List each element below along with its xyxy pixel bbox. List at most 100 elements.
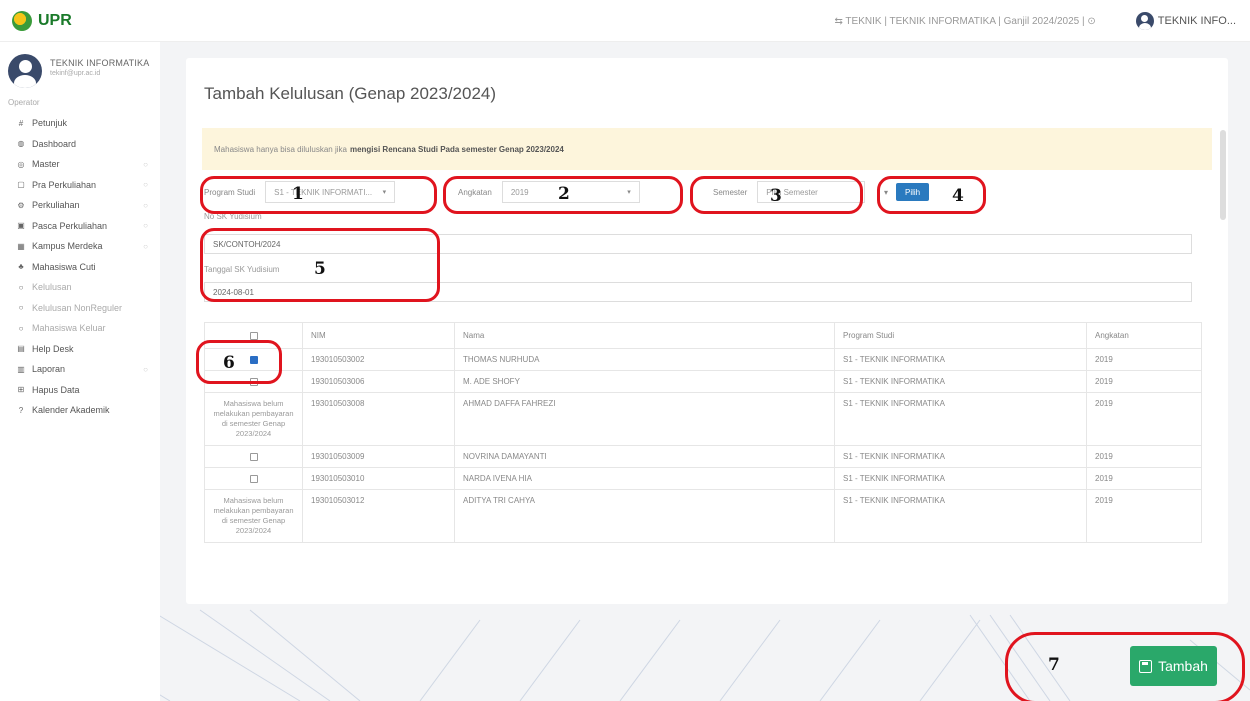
- sidebar-item-label: Hapus Data: [32, 384, 80, 395]
- sidebar-item-pasca-perkuliahan[interactable]: ▣ Pasca Perkuliahan ○: [0, 216, 160, 237]
- cell-nama: NOVRINA DAMAYANTI: [454, 445, 835, 468]
- cell-prodi: S1 - TEKNIK INFORMATIKA: [834, 489, 1087, 543]
- header-nim: NIM: [302, 322, 455, 349]
- select-all-checkbox[interactable]: [249, 331, 258, 340]
- nav-icon: ?: [18, 405, 24, 415]
- sidebar-item-label: Mahasiswa Keluar: [32, 323, 106, 334]
- cell-nim: 193010503012: [302, 489, 455, 543]
- cell-nim: 193010503006: [302, 370, 455, 393]
- university-logo-icon: [12, 10, 32, 31]
- sidebar-item-hapus-data[interactable]: ⊞ Hapus Data: [0, 380, 160, 401]
- cell-angkatan: 2019: [1086, 348, 1202, 371]
- nav-icon: ▣: [17, 221, 25, 231]
- row-select-cell[interactable]: [204, 348, 303, 371]
- select-all-header[interactable]: [204, 322, 303, 349]
- header-prodi: Program Studi: [834, 322, 1087, 349]
- sidebar-item-perkuliahan[interactable]: ⚙ Perkuliahan ○: [0, 195, 160, 216]
- tgl-input[interactable]: 2024-08-01: [204, 282, 1192, 302]
- user-icon: [1135, 12, 1154, 30]
- sidebar-item-petunjuk[interactable]: # Petunjuk: [0, 113, 160, 134]
- semester-label: Semester: [713, 187, 748, 197]
- sidebar-item-kampus-merdeka[interactable]: ▦ Kampus Merdeka ○: [0, 236, 160, 257]
- sidebar-item-kelulusan[interactable]: ○ Kelulusan: [0, 277, 160, 298]
- prodi-label: Program Studi: [204, 187, 256, 197]
- user-menu[interactable]: TEKNIK INFO...: [1135, 12, 1236, 30]
- sidebar-item-label: Kampus Merdeka: [32, 241, 103, 252]
- avatar: [8, 54, 42, 88]
- sidebar-item-label: Kelulusan: [32, 282, 72, 293]
- header-nama: Nama: [454, 322, 835, 349]
- nav-icon: ○: [18, 282, 24, 292]
- payment-note: Mahasiswa belum melakukan pembayaran di …: [213, 496, 294, 535]
- scrollbar[interactable]: [1220, 130, 1226, 220]
- nav-icon: ⊞: [17, 385, 25, 395]
- prodi-select[interactable]: S1 - TEKNIK INFORMATI... ▾: [265, 181, 396, 203]
- cell-nim: 193010503008: [302, 392, 455, 446]
- cell-prodi: S1 - TEKNIK INFORMATIKA: [834, 392, 1087, 446]
- table-row: Mahasiswa belum melakukan pembayaran di …: [204, 392, 1202, 446]
- cell-prodi: S1 - TEKNIK INFORMATIKA: [834, 348, 1087, 371]
- sidebar-item-laporan[interactable]: ▥ Laporan ○: [0, 359, 160, 380]
- sidebar-item-kalender-akademik[interactable]: ? Kalender Akademik: [0, 400, 160, 421]
- alert-bold-text: mengisi Rencana Studi Pada semester Gena…: [349, 144, 564, 154]
- expand-icon: ○: [143, 180, 148, 190]
- nav-icon: #: [18, 118, 24, 128]
- sidebar-item-kelulusan-nonreguler[interactable]: ○ Kelulusan NonReguler: [0, 298, 160, 319]
- row-checkbox[interactable]: [249, 474, 258, 483]
- cell-angkatan: 2019: [1086, 467, 1202, 490]
- sk-input[interactable]: SK/CONTOH/2024: [204, 234, 1192, 254]
- sidebar-item-label: Help Desk: [32, 343, 74, 354]
- sidebar-item-help-desk[interactable]: ▤ Help Desk: [0, 339, 160, 360]
- sidebar-item-master[interactable]: ◎ Master ○: [0, 154, 160, 175]
- angkatan-select[interactable]: 2019 ▾: [501, 181, 640, 203]
- sidebar-item-label: Petunjuk: [32, 118, 68, 129]
- cell-nama: THOMAS NURHUDA: [454, 348, 835, 371]
- nav-icon: ♣: [18, 262, 24, 272]
- sidebar-item-label: Kalender Akademik: [32, 405, 110, 416]
- sidebar-item-mahasiswa-cuti[interactable]: ♣ Mahasiswa Cuti: [0, 257, 160, 278]
- profile-email: tekinf@upr.ac.id: [50, 70, 101, 77]
- row-select-cell[interactable]: [204, 467, 303, 490]
- cell-angkatan: 2019: [1086, 445, 1202, 468]
- chevron-down-icon: ▾: [627, 189, 631, 196]
- page-title: Tambah Kelulusan (Genap 2023/2024): [204, 84, 497, 103]
- tambah-label: Tambah: [1158, 658, 1208, 674]
- brand-logo[interactable]: UPR: [12, 10, 72, 31]
- table-row: 193010503006 M. ADE SHOFY S1 - TEKNIK INFO…: [204, 370, 1202, 393]
- row-checkbox[interactable]: [249, 377, 258, 386]
- sidebar-item-mahasiswa-keluar[interactable]: ○ Mahasiswa Keluar: [0, 318, 160, 339]
- pilih-button[interactable]: Pilih: [896, 183, 930, 201]
- annotation-number-6: 6: [223, 353, 235, 373]
- alert-text: Mahasiswa hanya bisa diluluskan jika: [214, 144, 347, 154]
- cell-prodi: S1 - TEKNIK INFORMATIKA: [834, 467, 1087, 490]
- brand-name: UPR: [38, 11, 72, 29]
- sidebar-item-label: Kelulusan NonReguler: [32, 302, 123, 313]
- sidebar-item-label: Laporan: [32, 364, 66, 375]
- annotation-number-5: 5: [314, 259, 326, 279]
- sidebar-item-pra-perkuliahan[interactable]: ▢ Pra Perkuliahan ○: [0, 175, 160, 196]
- cell-angkatan: 2019: [1086, 489, 1202, 543]
- nav-icon: ▦: [17, 241, 25, 251]
- top-bar: UPR ⇆ TEKNIK | TEKNIK INFORMATIKA | Ganj…: [0, 0, 1250, 42]
- tambah-button[interactable]: Tambah: [1130, 646, 1217, 686]
- expand-icon: ○: [143, 241, 148, 251]
- cell-nim: 193010503010: [302, 467, 455, 490]
- row-select-cell[interactable]: [204, 445, 303, 468]
- row-checkbox[interactable]: [249, 452, 258, 461]
- sidebar-item-label: Mahasiswa Cuti: [32, 261, 96, 272]
- warning-alert: Mahasiswa hanya bisa diluluskan jika men…: [202, 128, 1212, 170]
- content-card: Tambah Kelulusan (Genap 2023/2024) Mahas…: [186, 58, 1228, 604]
- header-angkatan: Angkatan: [1086, 322, 1202, 349]
- sk-label: No SK Yudisium: [204, 212, 262, 221]
- chevron-down-icon: ▾: [382, 189, 387, 196]
- sidebar-item-label: Master: [32, 159, 60, 170]
- payment-note: Mahasiswa belum melakukan pembayaran di …: [213, 399, 294, 438]
- row-select-cell[interactable]: [204, 370, 303, 393]
- expand-icon: ○: [143, 364, 148, 374]
- profile-name: TEKNIK INFORMATIKA: [50, 58, 150, 68]
- sidebar-item-label: Dashboard: [32, 138, 77, 149]
- period-info[interactable]: ⇆ TEKNIK | TEKNIK INFORMATIKA | Ganjil 2…: [834, 16, 1095, 27]
- row-status-cell: Mahasiswa belum melakukan pembayaran di …: [204, 392, 303, 446]
- row-checkbox[interactable]: [249, 355, 258, 364]
- sidebar-item-dashboard[interactable]: ◍ Dashboard: [0, 134, 160, 155]
